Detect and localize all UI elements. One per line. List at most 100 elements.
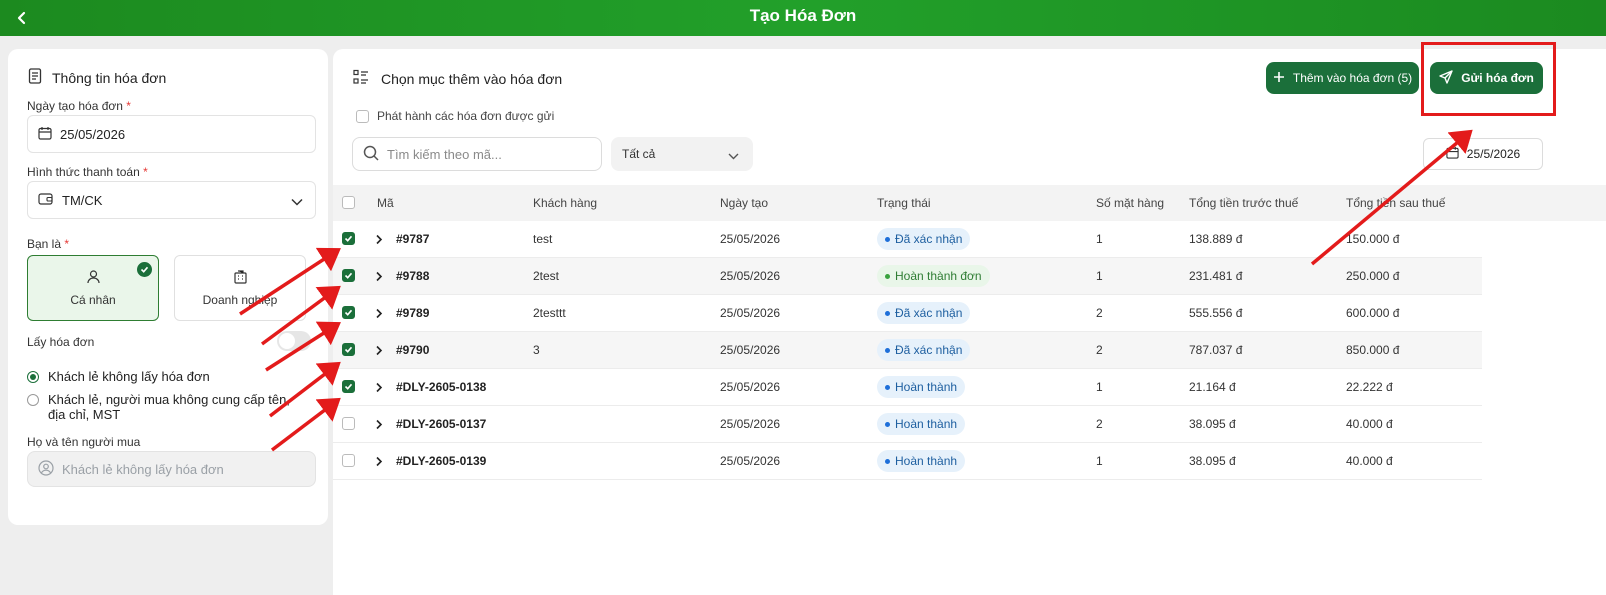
row-date: 25/05/2026 bbox=[720, 380, 781, 394]
row-code: #9789 bbox=[396, 306, 430, 320]
date-filter-button[interactable]: 25/5/2026 bbox=[1423, 138, 1543, 170]
table-row[interactable]: #9789 2testtt 25/05/2026 Đã xác nhận 2 5… bbox=[333, 295, 1482, 332]
row-pre-tax: 231.481 đ bbox=[1189, 269, 1243, 283]
row-items: 1 bbox=[1096, 454, 1103, 468]
col-pre-tax: Tổng tiền trước thuế bbox=[1189, 196, 1299, 210]
payment-label: Hình thức thanh toán * bbox=[27, 165, 148, 179]
date-filter-value: 25/5/2026 bbox=[1466, 147, 1521, 161]
issue-sent-invoices[interactable]: Phát hành các hóa đơn được gửi bbox=[356, 109, 554, 123]
status-badge: Đã xác nhận bbox=[877, 339, 971, 361]
col-customer: Khách hàng bbox=[533, 196, 598, 210]
status-badge: Đã xác nhận bbox=[877, 302, 971, 324]
highlight-box bbox=[1421, 42, 1556, 116]
table-row[interactable]: #DLY-2605-0139 25/05/2026 Hoàn thành 1 3… bbox=[333, 443, 1482, 480]
chevron-down-icon bbox=[291, 194, 303, 209]
status-badge: Hoàn thành bbox=[877, 376, 966, 398]
option-anonymous-label: Khách lẻ, người mua không cung cấp tên, … bbox=[48, 392, 290, 422]
row-post-tax: 40.000 đ bbox=[1346, 417, 1393, 431]
user-icon bbox=[86, 269, 100, 287]
row-date: 25/05/2026 bbox=[720, 343, 781, 357]
chevron-right-icon[interactable] bbox=[375, 417, 383, 435]
row-date: 25/05/2026 bbox=[720, 232, 781, 246]
row-post-tax: 22.222 đ bbox=[1346, 380, 1393, 394]
row-post-tax: 250.000 đ bbox=[1346, 269, 1400, 283]
row-pre-tax: 555.556 đ bbox=[1189, 306, 1243, 320]
table-row[interactable]: #DLY-2605-0137 25/05/2026 Hoàn thành 2 3… bbox=[333, 406, 1482, 443]
row-items: 2 bbox=[1096, 343, 1103, 357]
buyer-input[interactable]: Khách lẻ không lấy hóa đơn bbox=[27, 451, 316, 487]
payment-select[interactable]: TM/CK bbox=[27, 181, 316, 219]
role-label: Bạn là * bbox=[27, 237, 70, 251]
chevron-right-icon[interactable] bbox=[375, 232, 383, 250]
row-customer: 2test bbox=[533, 269, 560, 283]
radio-unselected[interactable] bbox=[27, 394, 39, 406]
status-badge: Đã xác nhận bbox=[877, 228, 971, 250]
take-invoice-toggle[interactable] bbox=[277, 331, 311, 351]
table-row[interactable]: #9790 3 25/05/2026 Đã xác nhận 2 787.037… bbox=[333, 332, 1482, 369]
list-icon bbox=[353, 69, 369, 88]
invoice-info-title: Thông tin hóa đơn bbox=[52, 69, 167, 86]
row-pre-tax: 787.037 đ bbox=[1189, 343, 1243, 357]
row-items: 1 bbox=[1096, 380, 1103, 394]
row-customer: 3 bbox=[533, 343, 540, 357]
calendar-icon bbox=[1446, 146, 1459, 162]
row-pre-tax: 38.095 đ bbox=[1189, 417, 1236, 431]
col-items: Số mặt hàng bbox=[1096, 196, 1165, 210]
row-items: 2 bbox=[1096, 417, 1103, 431]
option-anonymous[interactable]: Khách lẻ, người mua không cung cấp tên, … bbox=[27, 392, 297, 422]
row-checkbox[interactable] bbox=[342, 417, 355, 430]
select-all-checkbox[interactable] bbox=[342, 196, 355, 209]
row-date: 25/05/2026 bbox=[720, 306, 781, 320]
row-code: #DLY-2605-0139 bbox=[396, 454, 487, 468]
item-selection-panel: Chọn mục thêm vào hóa đơn Phát hành các … bbox=[333, 42, 1606, 595]
top-bar: Tạo Hóa Đơn bbox=[0, 0, 1606, 36]
document-icon bbox=[28, 68, 42, 87]
row-customer: test bbox=[533, 232, 553, 246]
role-business[interactable]: Doanh nghiệp bbox=[174, 255, 306, 321]
chevron-right-icon[interactable] bbox=[375, 380, 383, 398]
add-to-invoice-button[interactable]: Thêm vào hóa đơn (5) bbox=[1266, 62, 1419, 94]
row-code: #DLY-2605-0138 bbox=[396, 380, 487, 394]
chevron-right-icon[interactable] bbox=[375, 343, 383, 361]
chevron-right-icon[interactable] bbox=[375, 306, 383, 324]
chevron-right-icon[interactable] bbox=[375, 269, 383, 287]
take-invoice-label: Lấy hóa đơn bbox=[27, 335, 95, 349]
row-code: #DLY-2605-0137 bbox=[396, 417, 487, 431]
row-checkbox[interactable] bbox=[342, 232, 355, 245]
row-checkbox[interactable] bbox=[342, 380, 355, 393]
status-filter-select[interactable]: Tất cả bbox=[611, 137, 753, 171]
row-checkbox[interactable] bbox=[342, 343, 355, 356]
col-date: Ngày tạo bbox=[720, 196, 769, 210]
row-post-tax: 850.000 đ bbox=[1346, 343, 1400, 357]
table-row[interactable]: #DLY-2605-0138 25/05/2026 Hoàn thành 1 2… bbox=[333, 369, 1482, 406]
search-input[interactable]: Tìm kiếm theo mã... bbox=[352, 137, 602, 171]
row-pre-tax: 138.889 đ bbox=[1189, 232, 1243, 246]
row-code: #9788 bbox=[396, 269, 430, 283]
row-post-tax: 150.000 đ bbox=[1346, 232, 1400, 246]
table-row[interactable]: #9787 test 25/05/2026 Đã xác nhận 1 138.… bbox=[333, 221, 1482, 258]
buyer-label: Họ và tên người mua bbox=[27, 435, 141, 449]
col-post-tax: Tổng tiền sau thuế bbox=[1346, 196, 1446, 210]
add-to-invoice-label: Thêm vào hóa đơn (5) bbox=[1292, 71, 1413, 85]
col-code: Mã bbox=[377, 196, 394, 210]
date-field[interactable]: 25/05/2026 bbox=[27, 115, 316, 153]
role-business-label: Doanh nghiệp bbox=[202, 292, 278, 307]
issue-checkbox[interactable] bbox=[356, 109, 369, 123]
row-checkbox[interactable] bbox=[342, 269, 355, 282]
role-individual[interactable]: Cá nhân bbox=[27, 255, 159, 321]
selection-title: Chọn mục thêm vào hóa đơn bbox=[381, 70, 563, 87]
option-no-invoice[interactable]: Khách lẻ không lấy hóa đơn bbox=[27, 369, 210, 384]
invoice-info-header: Thông tin hóa đơn bbox=[28, 68, 166, 87]
page-title: Tạo Hóa Đơn bbox=[749, 6, 857, 25]
row-checkbox[interactable] bbox=[342, 454, 355, 467]
table-header: Mã Khách hàng Ngày tạo Trạng thái Số mặt… bbox=[333, 185, 1606, 221]
table-row[interactable]: #9788 2test 25/05/2026 Hoàn thành đơn 1 … bbox=[333, 258, 1482, 295]
row-items: 1 bbox=[1096, 232, 1103, 246]
row-checkbox[interactable] bbox=[342, 306, 355, 319]
row-post-tax: 40.000 đ bbox=[1346, 454, 1393, 468]
chevron-right-icon[interactable] bbox=[375, 454, 383, 472]
row-date: 25/05/2026 bbox=[720, 454, 781, 468]
radio-selected[interactable] bbox=[27, 371, 39, 383]
plus-icon bbox=[1273, 71, 1285, 86]
row-pre-tax: 21.164 đ bbox=[1189, 380, 1236, 394]
